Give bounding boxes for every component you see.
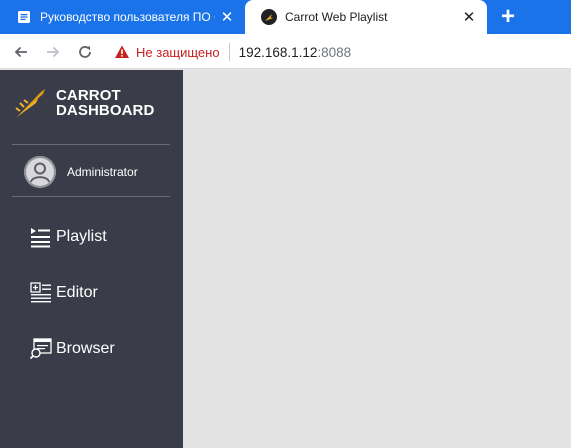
- url-port: :8088: [317, 44, 352, 60]
- document-icon: [16, 9, 32, 25]
- divider: [12, 196, 170, 197]
- arrow-right-icon: [47, 46, 60, 58]
- sidebar-item-label: Playlist: [56, 228, 107, 245]
- user-icon: [24, 156, 56, 188]
- user-name: Administrator: [67, 165, 138, 179]
- brand-line-1: CARROT: [56, 87, 121, 104]
- tab-carrot-web-playlist[interactable]: Carrot Web Playlist ✕: [245, 0, 487, 34]
- sidebar-item-editor[interactable]: Editor: [30, 282, 98, 304]
- omnibox-divider: [228, 43, 230, 61]
- tab-title: Carrot Web Playlist: [285, 10, 388, 24]
- close-tab-icon[interactable]: ✕: [215, 5, 239, 29]
- close-tab-icon[interactable]: ✕: [457, 5, 481, 29]
- sidebar-item-playlist[interactable]: Playlist: [30, 226, 107, 248]
- arrow-left-icon: [14, 46, 27, 58]
- divider: [12, 144, 170, 145]
- browser-toolbar: Не защищено 192.168.1.12:8088: [0, 34, 571, 69]
- reload-button[interactable]: [72, 39, 98, 65]
- address-bar[interactable]: Не защищено 192.168.1.12:8088: [110, 38, 571, 66]
- tab-title: Руководство пользователя ПО Carrot: [40, 10, 215, 24]
- sidebar-item-label: Editor: [56, 284, 98, 301]
- carrot-logo-icon: [15, 89, 45, 117]
- carrot-logo-icon: [261, 9, 277, 25]
- user-profile[interactable]: Administrator: [24, 156, 138, 188]
- brand-line-2: DASHBOARD: [56, 102, 155, 119]
- avatar: [24, 156, 56, 188]
- url-host: 192.168.1.12: [238, 44, 318, 60]
- security-status[interactable]: Не защищено: [136, 45, 220, 60]
- sidebar: CARROT DASHBOARD Administrator Playlist: [0, 70, 183, 448]
- browser-tab-strip: Руководство пользователя ПО Carrot ✕ Car…: [0, 0, 571, 34]
- back-button[interactable]: [8, 39, 34, 65]
- main-content: [183, 70, 571, 448]
- warning-icon: [115, 45, 129, 58]
- new-tab-button[interactable]: +: [494, 3, 522, 31]
- playlist-icon: [31, 228, 50, 248]
- sidebar-item-label: Browser: [56, 340, 115, 357]
- forward-button[interactable]: [40, 39, 66, 65]
- browser-icon: [30, 338, 52, 360]
- sidebar-item-browser[interactable]: Browser: [30, 338, 115, 360]
- reload-icon: [79, 46, 91, 58]
- tab-user-guide[interactable]: Руководство пользователя ПО Carrot ✕: [0, 0, 245, 34]
- editor-icon: [30, 282, 51, 303]
- brand[interactable]: CARROT DASHBOARD: [14, 86, 154, 120]
